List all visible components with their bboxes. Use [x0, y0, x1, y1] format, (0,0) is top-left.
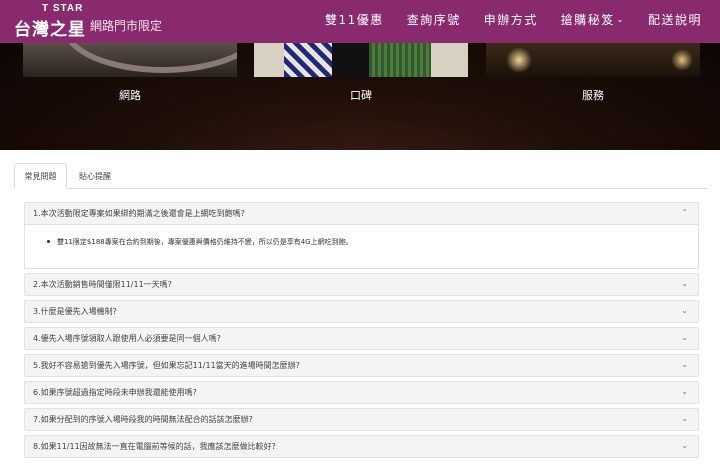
- hero-tile-service-image: [486, 43, 700, 77]
- faq-tabs: 常見問題 貼心提醒: [14, 163, 708, 189]
- faq-question-1[interactable]: 1.本次活動限定專案如果綁約期滿之後還會是上網吃到飽嗎? ⌃: [24, 202, 699, 225]
- nav-item-label: 雙11優惠: [324, 13, 384, 27]
- faq-question-4[interactable]: 4.優先入場序號領取人跟使用人必須要是同一個人嗎? ⌄: [24, 327, 699, 350]
- faq-question-text: 3.什麼是優先入場機制?: [33, 307, 117, 316]
- logo-tstar-text: T STAR: [42, 3, 84, 14]
- tab-reminders[interactable]: 貼心提醒: [67, 163, 123, 189]
- chevron-down-icon: ⌄: [681, 387, 688, 396]
- nav-item-buying-tips[interactable]: 搶購秘笈 ⌄: [561, 11, 625, 28]
- tstar-logo[interactable]: T STAR 台灣之星: [14, 2, 86, 42]
- faq-answer-text: 雙11限定$188專案在合約到期後，專案優惠與價格仍維持不變，所以仍是享有4G上…: [57, 238, 353, 246]
- faq-question-text: 7.如果分配到的序號入場時段我的時間無法配合的話該怎麼辦?: [33, 415, 253, 424]
- chevron-up-icon: ⌃: [681, 208, 688, 217]
- nav-item-query-serial[interactable]: 查詢序號: [407, 11, 461, 28]
- nav-item-label: 查詢序號: [406, 13, 461, 27]
- chevron-down-icon: ⌄: [681, 360, 688, 369]
- nav-item-label: 配送說明: [647, 13, 702, 27]
- nav-item-apply-method[interactable]: 申辦方式: [484, 11, 538, 28]
- chevron-down-icon: ⌄: [681, 441, 688, 450]
- tab-label: 常見問題: [24, 171, 57, 181]
- nav-item-double11[interactable]: 雙11優惠: [325, 11, 384, 28]
- main-nav: 雙11優惠 查詢序號 申辦方式 搶購秘笈 ⌄ 配送說明: [302, 11, 702, 28]
- hero-label-reputation: 口碑: [350, 89, 372, 102]
- hero-label-network: 網路: [119, 89, 141, 102]
- chevron-down-icon: ⌄: [616, 15, 625, 24]
- faq-question-3[interactable]: 3.什麼是優先入場機制? ⌄: [24, 300, 699, 323]
- nav-item-delivery[interactable]: 配送說明: [648, 11, 702, 28]
- nav-item-label: 申辦方式: [483, 13, 538, 27]
- site-header: T STAR 台灣之星 網路門市限定 雙11優惠 查詢序號 申辦方式 搶購秘笈 ⌄…: [0, 0, 720, 43]
- hero-banner: 網路 口碑 服務: [0, 43, 720, 150]
- faq-question-8[interactable]: 8.如果11/11因故無法一直在電腦前等候的話，我應該怎麼做比較好? ⌄: [24, 435, 699, 458]
- faq-question-5[interactable]: 5.我好不容易搶到優先入場序號，但如果忘記11/11當天的進場時間怎麼辦? ⌄: [24, 354, 699, 377]
- tab-label: 貼心提醒: [79, 171, 111, 181]
- faq-question-text: 6.如果序號超過指定時段未申辦我還能使用嗎?: [33, 388, 197, 397]
- faq-question-text: 1.本次活動限定專案如果綁約期滿之後還會是上網吃到飽嗎?: [33, 209, 245, 218]
- faq-question-text: 4.優先入場序號領取人跟使用人必須要是同一個人嗎?: [33, 334, 221, 343]
- header-tagline: 網路門市限定: [90, 19, 163, 33]
- faq-question-text: 8.如果11/11因故無法一直在電腦前等候的話，我應該怎麼做比較好?: [33, 442, 276, 451]
- chevron-down-icon: ⌄: [681, 414, 688, 423]
- hero-tile-reputation-image: [254, 43, 468, 77]
- logo-brand-text: 台灣之星: [14, 20, 86, 40]
- faq-question-text: 2.本次活動銷售時間僅限11/11一天嗎?: [33, 280, 172, 289]
- hero-tile-network-image: [23, 43, 237, 77]
- faq-question-7[interactable]: 7.如果分配到的序號入場時段我的時間無法配合的話該怎麼辦? ⌄: [24, 408, 699, 431]
- faq-answer-1: 雙11限定$188專案在合約到期後，專案優惠與價格仍維持不變，所以仍是享有4G上…: [24, 225, 699, 269]
- chevron-down-icon: ⌄: [681, 279, 688, 288]
- faq-question-text: 5.我好不容易搶到優先入場序號，但如果忘記11/11當天的進場時間怎麼辦?: [33, 361, 300, 370]
- faq-accordion: 1.本次活動限定專案如果綁約期滿之後還會是上網吃到飽嗎? ⌃ 雙11限定$188…: [24, 202, 699, 462]
- faq-question-6[interactable]: 6.如果序號超過指定時段未申辦我還能使用嗎? ⌄: [24, 381, 699, 404]
- faq-question-2[interactable]: 2.本次活動銷售時間僅限11/11一天嗎? ⌄: [24, 273, 699, 296]
- chevron-down-icon: ⌄: [681, 306, 688, 315]
- hero-label-service: 服務: [582, 89, 604, 102]
- chevron-down-icon: ⌄: [681, 333, 688, 342]
- bullet-icon: [47, 240, 50, 243]
- tab-faq[interactable]: 常見問題: [14, 163, 67, 189]
- nav-item-label: 搶購秘笈: [560, 13, 615, 27]
